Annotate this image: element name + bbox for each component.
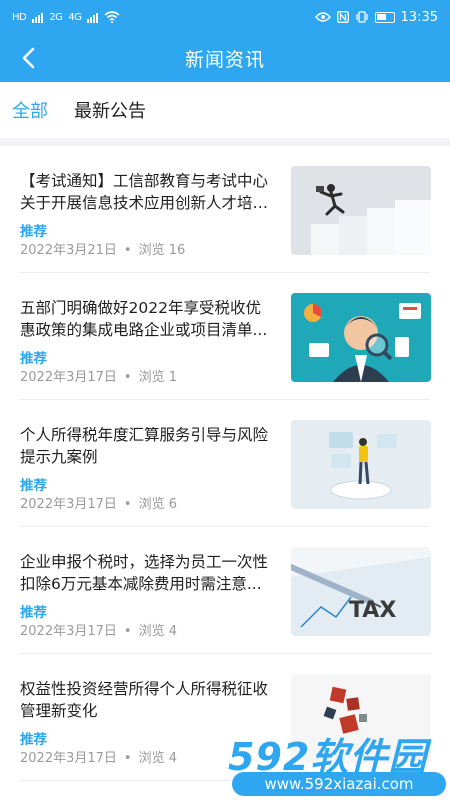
news-meta: 2022年3月17日 • 浏览 1 — [20, 370, 177, 385]
news-views: 浏览 4 — [138, 624, 177, 639]
page-title: 新闻资讯 — [184, 48, 265, 71]
tab-latest-announcements[interactable]: 最新公告 — [74, 97, 146, 123]
news-thumbnail — [291, 166, 431, 255]
news-date: 2022年3月17日 — [20, 751, 117, 766]
news-title: 个人所得税年度汇算服务引导与风险提示九案例 — [20, 426, 269, 466]
recommend-tag: 推荐 — [20, 478, 47, 494]
news-date: 2022年3月17日 — [20, 497, 117, 512]
news-date: 2022年3月17日 — [20, 370, 117, 385]
news-meta: 2022年3月21日 • 浏览 16 — [20, 243, 186, 258]
signal-icon — [32, 12, 44, 23]
news-title: 【考试通知】工信部教育与考试中心关于开展信息技术应用创新人才培养... — [20, 172, 269, 212]
news-date: 2022年3月17日 — [20, 624, 117, 639]
nfc-icon — [336, 11, 349, 23]
recommend-tag: 推荐 — [20, 224, 47, 240]
tab-bar: 全部 最新公告 — [0, 82, 450, 138]
news-item[interactable]: 企业申报个税时，选择为员工一次性扣除6万元基本减除费用时需注意... 推荐 20… — [20, 527, 431, 654]
news-title: 权益性投资经营所得个人所得税征收管理新变化 — [20, 680, 269, 720]
recommend-tag: 推荐 — [20, 605, 47, 621]
news-item[interactable]: 【考试通知】工信部教育与考试中心关于开展信息技术应用创新人才培养... 推荐 2… — [20, 146, 431, 273]
news-views: 浏览 4 — [138, 751, 177, 766]
status-time: 13:35 — [400, 9, 438, 25]
network-4g-label: 4G — [68, 11, 82, 23]
news-meta: 2022年3月17日 • 浏览 4 — [20, 751, 177, 766]
news-item[interactable]: 个人所得税年度汇算服务引导与风险提示九案例 推荐 2022年3月17日 • 浏览 6 — [20, 400, 431, 527]
news-list: 【考试通知】工信部教育与考试中心关于开展信息技术应用创新人才培养... 推荐 2… — [0, 146, 450, 781]
news-item[interactable]: 权益性投资经营所得个人所得税征收管理新变化 推荐 2022年3月17日 • 浏览 4 — [20, 654, 431, 781]
battery-icon — [374, 11, 395, 23]
news-meta: 2022年3月17日 • 浏览 4 — [20, 624, 177, 639]
news-thumbnail: TAX — [291, 547, 431, 636]
news-views: 浏览 1 — [138, 370, 177, 385]
wifi-icon — [104, 11, 121, 23]
news-item[interactable]: 五部门明确做好2022年享受税收优惠政策的集成电路企业或项目清单... 推荐 2… — [20, 273, 431, 400]
news-views: 浏览 16 — [138, 243, 186, 258]
nav-bar: 新闻资讯 — [0, 34, 450, 82]
news-title: 企业申报个税时，选择为员工一次性扣除6万元基本减除费用时需注意... — [20, 553, 269, 593]
signal-icon — [87, 12, 99, 23]
eye-icon — [314, 12, 331, 22]
news-meta: 2022年3月17日 • 浏览 6 — [20, 497, 177, 512]
vibrate-icon — [355, 11, 368, 23]
news-thumbnail — [291, 674, 431, 763]
news-thumbnail — [291, 293, 431, 382]
svg-text:TAX: TAX — [349, 598, 396, 623]
news-thumbnail — [291, 420, 431, 509]
recommend-tag: 推荐 — [20, 732, 47, 748]
status-right: 13:35 — [314, 9, 438, 25]
news-title: 五部门明确做好2022年享受税收优惠政策的集成电路企业或项目清单... — [20, 299, 268, 339]
hd-icon: HD — [12, 11, 27, 23]
news-date: 2022年3月21日 — [20, 243, 117, 258]
recommend-tag: 推荐 — [20, 351, 47, 367]
news-views: 浏览 6 — [138, 497, 177, 512]
status-bar: HD 2G 4G 13:35 — [0, 0, 450, 34]
chevron-left-icon — [22, 47, 35, 69]
network-2g-label: 2G — [49, 11, 63, 23]
status-left: HD 2G 4G — [12, 11, 121, 23]
section-divider — [0, 138, 450, 146]
tab-all[interactable]: 全部 — [12, 97, 48, 123]
back-button[interactable] — [12, 42, 44, 74]
